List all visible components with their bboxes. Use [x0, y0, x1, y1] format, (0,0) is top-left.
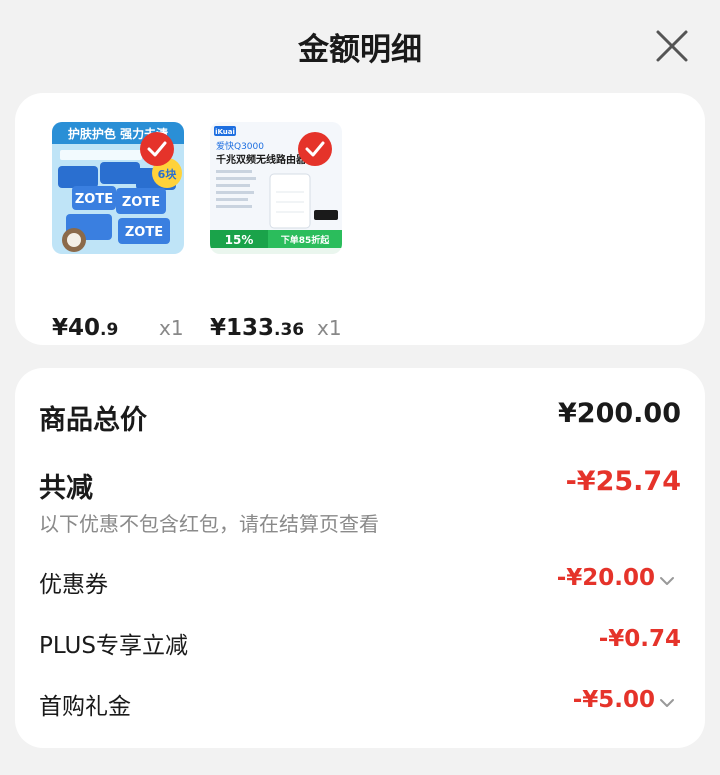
close-icon [656, 30, 688, 62]
discount-note: 以下优惠不包含红包，请在结算页查看 [39, 512, 379, 536]
coupon-value: -¥20.00 [556, 565, 655, 591]
first-purchase-gift-value: -¥5.00 [572, 687, 655, 713]
product-price: ¥133.36 [210, 315, 305, 341]
page-title: 金额明细 [298, 32, 422, 68]
products-card: 护肤护色 强力去渍 ZOTE ZOTE ZOTE 6块 ¥40.9 x1 iKu… [15, 93, 705, 345]
total-reduction-label: 共减 [39, 473, 93, 504]
plus-discount-label: PLUS专享立减 [39, 633, 188, 659]
svg-text:ZOTE: ZOTE [125, 225, 163, 240]
svg-text:15%: 15% [225, 233, 254, 247]
total-price-label: 商品总价 [39, 405, 147, 436]
svg-text:ZOTE: ZOTE [122, 195, 160, 210]
price-summary-card: 商品总价 ¥200.00 共减 -¥25.74 以下优惠不包含红包，请在结算页查… [15, 368, 705, 748]
product-price: ¥40.9 [52, 315, 119, 341]
product-thumbnail: 护肤护色 强力去渍 ZOTE ZOTE ZOTE 6块 [52, 122, 184, 254]
plus-discount-value: -¥0.74 [598, 626, 681, 652]
svg-text:ZOTE: ZOTE [75, 192, 113, 207]
product-thumbnail: iKuai 爱快Q3000 千兆双频无线路由器 15% 下单85折起 [210, 122, 342, 254]
svg-text:千兆双频无线路由器: 千兆双频无线路由器 [216, 153, 307, 166]
first-purchase-gift-label: 首购礼金 [39, 694, 131, 720]
checkmark-icon [147, 141, 167, 157]
close-button[interactable] [650, 24, 694, 68]
svg-text:6块: 6块 [158, 167, 178, 181]
product-quantity: x1 [159, 316, 184, 340]
svg-text:iKuai: iKuai [215, 128, 235, 136]
svg-text:下单85折起: 下单85折起 [281, 234, 331, 246]
selected-check-badge [140, 132, 174, 166]
checkmark-icon [305, 141, 325, 157]
product-quantity: x1 [317, 316, 342, 340]
coupon-label: 优惠券 [39, 572, 108, 598]
modal-header: 金额明细 [0, 0, 720, 92]
selected-check-badge [298, 132, 332, 166]
total-price-value: ¥200.00 [558, 398, 681, 429]
coupon-value-group[interactable]: -¥20.00 [557, 565, 675, 591]
chevron-down-icon[interactable] [659, 697, 675, 709]
chevron-down-icon[interactable] [659, 575, 675, 587]
first-purchase-gift-value-group[interactable]: -¥5.00 [573, 687, 675, 713]
svg-text:爱快Q3000: 爱快Q3000 [216, 140, 264, 152]
total-reduction-value: -¥25.74 [565, 466, 681, 497]
